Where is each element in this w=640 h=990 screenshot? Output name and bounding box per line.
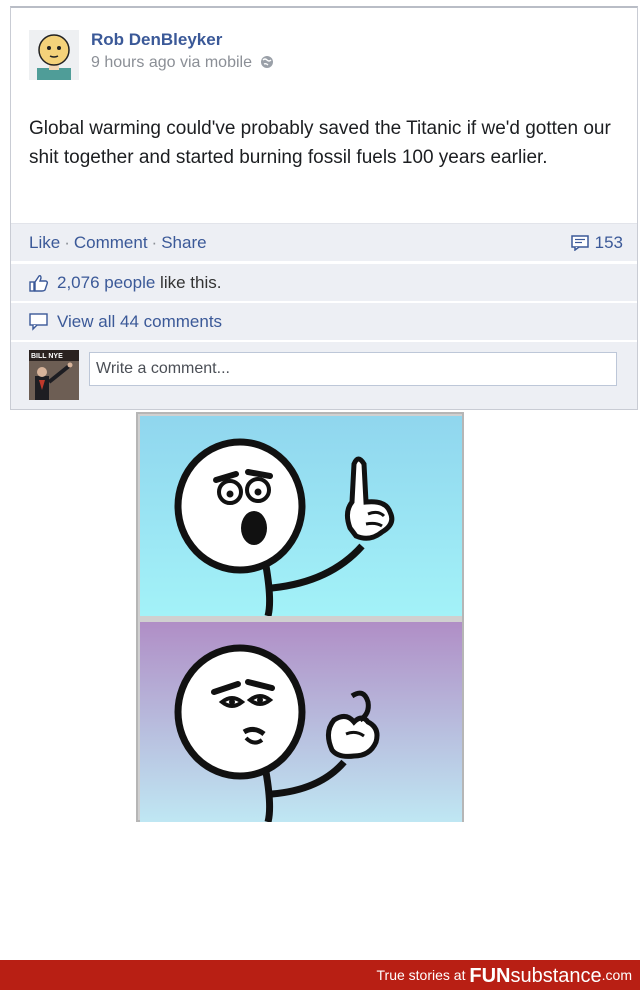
comment-count[interactable]: 153	[570, 233, 623, 253]
post-body: Global warming could've probably saved t…	[29, 118, 611, 168]
separator: ·	[64, 233, 70, 252]
comment-count-value: 153	[594, 233, 623, 252]
likes-row: 2,076 people like this.	[11, 263, 637, 301]
footer-prefix: True stories at	[376, 967, 470, 983]
footer-brand: FUNsubstance	[469, 965, 601, 987]
site-footer: True stories at FUNsubstance.com	[0, 960, 640, 990]
comments-icon	[29, 313, 48, 331]
share-link[interactable]: Share	[161, 233, 206, 252]
facebook-post: Rob DenBleyker 9 hours ago via mobile Gl…	[10, 6, 638, 410]
commenter-avatar-label: BILL NYE	[31, 353, 63, 360]
globe-icon	[260, 55, 274, 69]
post-timestamp: 9 hours ago via mobile	[91, 54, 252, 71]
likes-suffix: like this.	[155, 273, 222, 292]
commenter-avatar[interactable]: BILL NYE	[29, 350, 79, 400]
comic-panel-bottom	[140, 622, 462, 822]
comment-count-icon	[570, 235, 589, 252]
footer-brand-rest: substance	[510, 965, 602, 987]
thumbs-up-icon	[29, 275, 49, 292]
footer-credit[interactable]: True stories at FUNsubstance.com	[377, 965, 632, 988]
post-meta: 9 hours ago via mobile	[91, 54, 274, 72]
like-link[interactable]: Like	[29, 233, 60, 252]
reaction-comic	[136, 412, 464, 822]
view-comments-row[interactable]: View all 44 comments	[11, 302, 637, 340]
comment-link[interactable]: Comment	[74, 233, 148, 252]
write-comment-row: BILL NYE	[11, 341, 637, 409]
post-actions-bar: Like · Comment · Share 153	[11, 223, 637, 261]
footer-brand-bold: FUN	[469, 965, 511, 987]
view-all-comments-link[interactable]: View all 44 comments	[57, 312, 222, 331]
comment-input[interactable]	[89, 352, 617, 386]
author-name[interactable]: Rob DenBleyker	[91, 30, 222, 50]
likes-count-link[interactable]: 2,076 people	[57, 273, 155, 292]
footer-suffix: .com	[601, 967, 632, 983]
separator: ·	[151, 233, 158, 252]
comic-panel-top	[140, 416, 462, 616]
author-avatar[interactable]	[29, 30, 79, 80]
